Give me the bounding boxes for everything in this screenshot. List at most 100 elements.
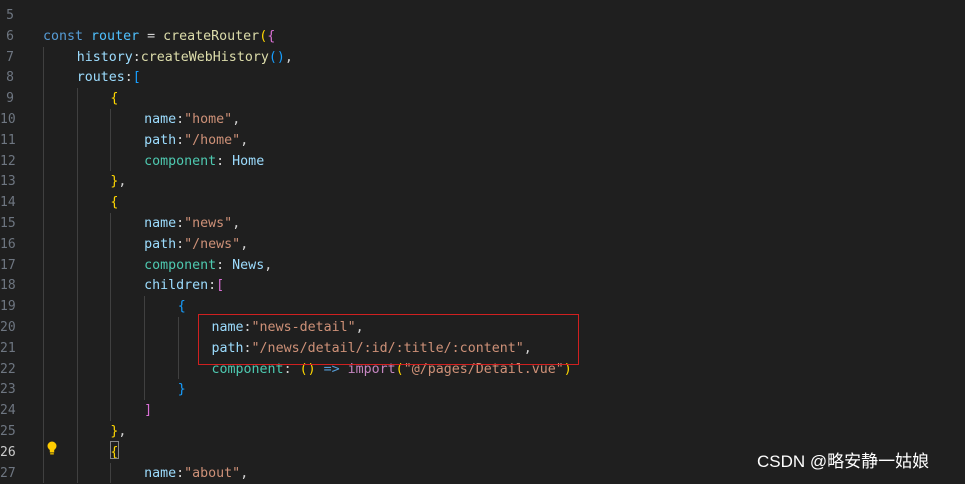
code-token: , <box>232 112 241 127</box>
line-number: 24 <box>0 403 16 419</box>
csdn-watermark: CSDN @略安静一姑娘 <box>757 452 930 471</box>
code-token: children <box>144 278 209 294</box>
code-token: , <box>240 236 249 252</box>
code-line[interactable]: 25}, <box>0 421 965 442</box>
code-text: path:"/home", <box>144 130 248 151</box>
line-number: 13 <box>0 174 16 190</box>
code-text: name:"about", <box>144 463 248 484</box>
code-text: children:[ <box>144 275 224 296</box>
code-text: { <box>110 192 118 213</box>
code-token: : <box>216 153 233 169</box>
code-token: [ <box>132 70 141 86</box>
code-line[interactable]: 16 path:"/news", <box>0 234 965 255</box>
code-line[interactable]: 5 <box>0 5 965 26</box>
line-number: 7 <box>6 49 14 65</box>
code-line[interactable]: 11 path:"/home", <box>0 130 965 151</box>
code-text: { <box>178 296 186 317</box>
code-line[interactable]: 18 children:[ <box>0 275 965 296</box>
line-number: 20 <box>0 320 16 335</box>
code-line[interactable]: 6 const router = createRouter({ <box>0 26 965 47</box>
code-token: [ <box>216 278 225 294</box>
code-token: component <box>144 153 217 169</box>
code-line[interactable]: 24] <box>0 400 965 421</box>
code-token: routes <box>76 70 125 86</box>
code-token: createWebHistory <box>140 49 269 65</box>
code-token: name <box>144 112 177 127</box>
code-token: , <box>284 49 293 65</box>
code-token: history <box>76 49 133 65</box>
code-text: const router = createRouter({ <box>43 26 275 47</box>
code-line[interactable]: 9{ <box>0 88 965 109</box>
code-text: component: Home <box>144 151 264 172</box>
lightbulb-icon[interactable] <box>46 441 58 455</box>
line-number: 15 <box>0 216 16 231</box>
code-text: }, <box>110 171 126 192</box>
highlight-annotation-box <box>198 314 579 365</box>
code-token: , <box>118 424 127 439</box>
code-line[interactable]: 8 routes:[ <box>0 67 965 88</box>
code-text: name:"home", <box>144 109 240 130</box>
line-number: 10 <box>0 112 16 127</box>
code-token: { <box>110 195 119 211</box>
line-number: 14 <box>0 195 16 211</box>
line-number: 22 <box>0 361 16 377</box>
code-token: = <box>139 28 164 44</box>
code-token: , <box>240 465 249 481</box>
code-text: path:"/news", <box>144 234 248 255</box>
line-number: 18 <box>0 278 16 294</box>
code-token: : <box>208 278 217 294</box>
code-token: , <box>264 257 273 273</box>
code-text: name:"news", <box>144 213 240 234</box>
code-token: : <box>132 49 141 65</box>
line-number: 11 <box>0 132 16 148</box>
line-number: 21 <box>0 340 16 356</box>
code-token: , <box>240 132 249 148</box>
code-token: "/home" <box>184 132 241 148</box>
line-number: 9 <box>6 91 14 107</box>
code-token: : <box>216 257 233 273</box>
code-text: }, <box>110 421 126 442</box>
code-token: { <box>177 299 186 315</box>
code-line[interactable]: 23} <box>0 379 965 400</box>
code-token: path <box>144 236 177 252</box>
code-line[interactable]: 17 component: News, <box>0 255 965 276</box>
code-token: : <box>176 132 185 148</box>
code-token: router <box>91 28 140 44</box>
code-line[interactable]: 14 { <box>0 192 965 213</box>
code-text: history:createWebHistory(), <box>77 47 293 68</box>
code-token: () <box>268 49 285 65</box>
code-token: : <box>176 465 185 481</box>
line-number: 19 <box>0 299 16 315</box>
code-token: { <box>110 91 119 107</box>
code-token: "about" <box>184 465 241 481</box>
line-number: 26 <box>0 444 16 460</box>
code-token: : <box>124 70 133 86</box>
code-token: name <box>144 216 177 231</box>
code-line[interactable]: 13}, <box>0 171 965 192</box>
code-line[interactable]: 12 component: Home <box>0 151 965 172</box>
code-text: ] <box>144 400 152 421</box>
code-text: routes:[ <box>77 67 141 88</box>
line-number: 5 <box>6 8 14 23</box>
code-token: : <box>176 216 185 231</box>
bracket-match-cursor <box>110 441 119 459</box>
code-token: "/news" <box>184 236 241 252</box>
line-number: 25 <box>0 424 16 439</box>
code-token: } <box>177 382 186 398</box>
code-token: : <box>176 112 185 127</box>
code-line[interactable]: 10 name:"home", <box>0 109 965 130</box>
code-token: News <box>232 257 265 273</box>
line-number: 17 <box>0 257 16 273</box>
code-token: createRouter <box>163 28 260 44</box>
code-token: const <box>43 28 92 44</box>
code-token: , <box>232 216 241 231</box>
code-line[interactable]: 7 history:createWebHistory(), <box>0 47 965 68</box>
line-number: 16 <box>0 236 16 252</box>
code-token: ] <box>144 403 153 419</box>
code-editor[interactable]: 5 6 const router = createRouter({ 7 history:… <box>0 0 965 484</box>
code-token: { <box>267 28 276 44</box>
line-number: 23 <box>0 382 16 398</box>
code-line[interactable]: 15 name:"news", <box>0 213 965 234</box>
code-token: , <box>118 174 127 190</box>
code-token: name <box>144 465 177 481</box>
